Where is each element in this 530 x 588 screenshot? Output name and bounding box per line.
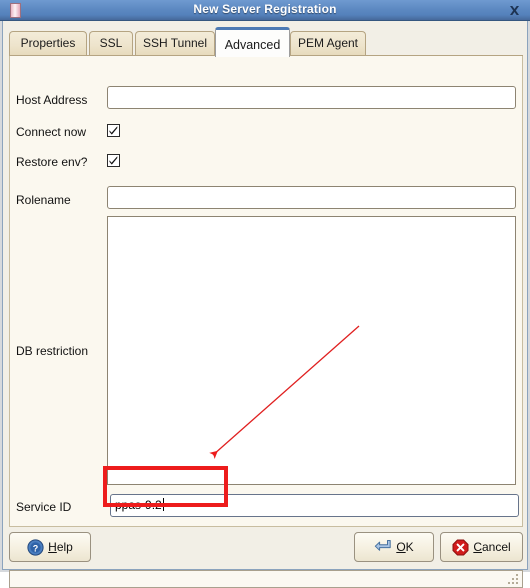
new-server-registration-dialog: New Server Registration Properties SSL S… — [0, 0, 530, 588]
cancel-button[interactable]: Cancel — [440, 532, 523, 562]
host-address-label: Host Address — [16, 93, 88, 107]
check-icon — [109, 156, 118, 165]
ok-button[interactable]: OK — [354, 532, 434, 562]
cancel-button-label: Cancel — [473, 540, 511, 554]
service-id-label: Service ID — [16, 500, 72, 514]
tab-pem-agent[interactable]: PEM Agent — [290, 31, 366, 56]
window-title: New Server Registration — [193, 2, 337, 16]
dialog-body: Properties SSL SSH Tunnel Advanced PEM A… — [2, 21, 528, 588]
tab-ssh-tunnel[interactable]: SSH Tunnel — [135, 31, 215, 56]
db-restriction-label: DB restriction — [16, 344, 89, 358]
connect-now-checkbox[interactable] — [107, 124, 120, 137]
tab-strip: Properties SSL SSH Tunnel Advanced PEM A… — [9, 27, 523, 57]
service-id-value: ppas-9.2 — [115, 498, 162, 512]
resize-grip-icon[interactable] — [508, 574, 519, 585]
help-button[interactable]: ? Help — [9, 532, 91, 562]
title-bar: New Server Registration — [0, 0, 530, 21]
restore-env-label: Restore env? — [16, 155, 88, 169]
restore-env-checkbox[interactable] — [107, 154, 120, 167]
host-address-input[interactable] — [107, 86, 516, 109]
db-restriction-textarea[interactable] — [107, 216, 516, 485]
tab-properties[interactable]: Properties — [9, 31, 87, 56]
tab-advanced[interactable]: Advanced — [215, 27, 290, 57]
rolename-label: Rolename — [16, 193, 71, 207]
svg-text:?: ? — [33, 543, 39, 553]
help-button-label: Help — [48, 540, 73, 554]
dialog-button-row: ? Help OK Cancel — [9, 527, 523, 567]
rolename-input[interactable] — [107, 186, 516, 209]
advanced-tab-panel: Host Address Connect now Restore env? Ro… — [9, 56, 523, 527]
enter-return-icon — [374, 539, 392, 555]
help-question-icon: ? — [27, 538, 44, 556]
cancel-octagon-icon — [452, 539, 469, 556]
close-icon[interactable] — [507, 3, 522, 18]
ok-button-label: OK — [396, 540, 414, 554]
service-id-input[interactable]: ppas-9.2 — [110, 494, 519, 517]
tab-ssl[interactable]: SSL — [89, 31, 133, 56]
status-bar — [9, 570, 523, 588]
check-icon — [109, 126, 118, 135]
connect-now-label: Connect now — [16, 125, 87, 139]
text-caret — [162, 498, 164, 511]
